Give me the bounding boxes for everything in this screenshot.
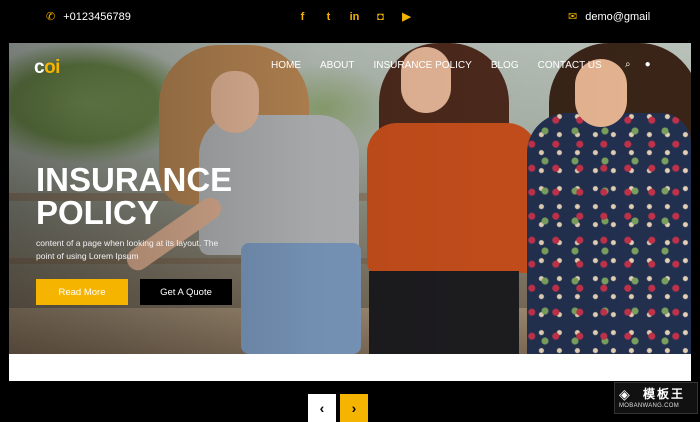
email-address: demo@gmail	[585, 10, 651, 23]
watermark-icon: ◈	[619, 386, 630, 402]
top-bar: ✆ +0123456789 f t in ◘ ▶ ✉ demo@gmail	[0, 0, 700, 38]
hero-title: INSURANCE POLICY	[36, 163, 232, 229]
slider-controls: ‹ ›	[308, 394, 368, 422]
twitter-icon[interactable]: t	[322, 11, 335, 23]
logo-part-2: oi	[44, 57, 60, 78]
mail-icon: ✉	[568, 11, 578, 23]
hero-description: content of a page when looking at its la…	[36, 238, 219, 261]
slider-next-button[interactable]: ›	[340, 394, 368, 422]
phone-number: +0123456789	[63, 10, 131, 23]
nav-insurance-policy[interactable]: INSURANCE POLICY	[373, 60, 471, 71]
hero-title-line-2: POLICY	[36, 194, 159, 231]
email-contact[interactable]: ✉ demo@gmail	[568, 10, 651, 24]
instagram-icon[interactable]: ◘	[374, 11, 387, 23]
youtube-icon[interactable]: ▶	[400, 10, 413, 23]
linkedin-icon[interactable]: in	[348, 11, 361, 23]
watermark-url: MOBANWANG.COM	[619, 403, 680, 409]
nav-contact-us[interactable]: CONTACT US	[538, 60, 602, 71]
nav-about[interactable]: ABOUT	[320, 60, 354, 71]
social-links: f t in ◘ ▶	[296, 10, 413, 24]
facebook-icon[interactable]: f	[296, 11, 309, 23]
main-nav: HOME ABOUT INSURANCE POLICY BLOG CONTACT…	[271, 60, 621, 71]
phone-contact[interactable]: ✆ +0123456789	[46, 10, 131, 24]
logo-part-1: c	[34, 57, 45, 78]
nav-blog[interactable]: BLOG	[491, 60, 519, 71]
nav-home[interactable]: HOME	[271, 60, 301, 71]
nav-icons: ⌕ ●	[625, 59, 651, 70]
site-logo[interactable]: coi	[34, 57, 60, 79]
search-icon[interactable]: ⌕	[625, 59, 631, 70]
get-quote-button[interactable]: Get A Quote	[140, 279, 232, 305]
hero-banner: coi HOME ABOUT INSURANCE POLICY BLOG CON…	[9, 43, 691, 354]
watermark-logo: ◈ 模板王 MOBANWANG.COM	[614, 382, 698, 414]
watermark-title: 模板王	[643, 387, 686, 401]
read-more-button[interactable]: Read More	[36, 279, 128, 305]
slider-prev-button[interactable]: ‹	[308, 394, 336, 422]
hero-title-line-1: INSURANCE	[36, 161, 233, 198]
phone-icon: ✆	[46, 11, 56, 23]
user-icon[interactable]: ●	[645, 59, 651, 70]
content-strip	[9, 354, 691, 381]
